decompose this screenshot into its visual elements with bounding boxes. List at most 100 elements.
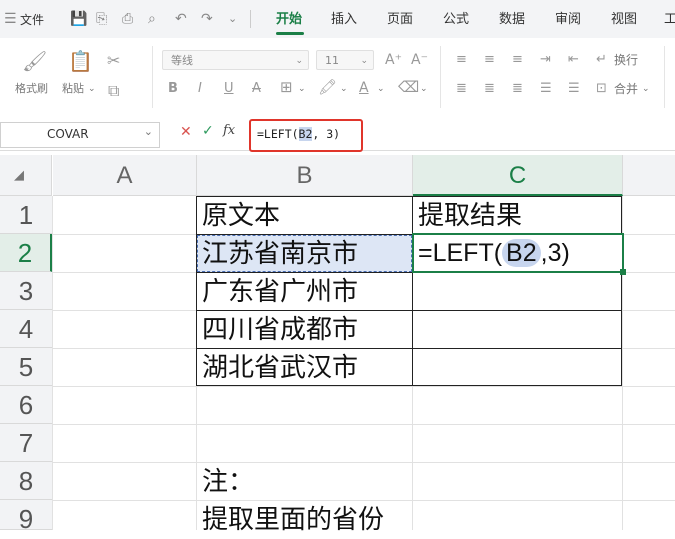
cell-b2[interactable]: 江苏省南京市 (197, 235, 358, 273)
chevron-down-icon[interactable]: ⌄ (298, 82, 306, 96)
increase-font-icon[interactable]: A⁺ (385, 51, 402, 69)
tab-review[interactable]: 审阅 (555, 11, 581, 29)
fill-handle[interactable] (620, 269, 626, 275)
justify-icon[interactable]: ☰ (540, 80, 552, 98)
title-bar: ☰ 文件 💾 ⎘ ⎙ ⌕ ↶ ↷ ⌄ 开始 插入 页面 公式 数据 审阅 视图 … (0, 0, 675, 38)
row-header-9[interactable]: 9 (0, 500, 52, 534)
cell-b9[interactable]: 提取里面的省份 (197, 501, 384, 539)
chevron-down-icon[interactable]: ⌄ (642, 82, 650, 96)
row-header-1[interactable]: 1 (0, 196, 52, 234)
column-header-b[interactable]: B (197, 155, 413, 196)
name-box-value: COVAR (47, 127, 89, 141)
font-color-icon[interactable]: A (359, 79, 369, 97)
tab-more[interactable]: 工 (664, 11, 675, 29)
copy-icon[interactable]: ⧉ (108, 82, 119, 100)
row-header-8[interactable]: 8 (0, 462, 52, 500)
wrap-text-label[interactable]: 换行 (614, 53, 638, 67)
fill-color-icon[interactable]: 🖍 (318, 78, 337, 96)
font-size-select[interactable]: 11 ⌄ (316, 50, 374, 70)
undo-icon[interactable]: ↶ (175, 10, 187, 28)
cell-b3[interactable]: 广东省广州市 (197, 273, 358, 311)
save-icon[interactable]: 💾 (70, 10, 87, 28)
cell-c1[interactable]: 提取结果 (413, 197, 522, 235)
font-size-value: 11 (325, 54, 339, 67)
row-header-7[interactable]: 7 (0, 424, 52, 462)
file-menu[interactable]: 文件 (20, 11, 44, 29)
divider (152, 46, 153, 108)
tab-page[interactable]: 页面 (387, 11, 413, 29)
cut-icon[interactable]: ✂ (107, 52, 120, 70)
confirm-button[interactable]: ✓ (202, 123, 214, 139)
align-top-icon[interactable]: ≡ (456, 51, 467, 69)
cancel-button[interactable]: ✕ (180, 124, 192, 140)
row-header-5[interactable]: 5 (0, 348, 52, 386)
align-center-icon[interactable]: ≣ (484, 80, 495, 98)
align-right-icon[interactable]: ≣ (512, 80, 523, 98)
gridline (52, 462, 675, 463)
formula-reference: B2 (298, 127, 313, 141)
chevron-down-icon[interactable]: ⌄ (340, 82, 348, 96)
column-header-c[interactable]: C (413, 155, 623, 196)
chevron-down-icon[interactable]: ⌄ (377, 82, 385, 96)
outdent-icon[interactable]: ⇤ (568, 51, 579, 69)
cell-b5[interactable]: 湖北省武汉市 (197, 349, 358, 387)
strikethrough-button[interactable]: A (252, 80, 261, 98)
clear-format-icon[interactable]: ⌫ (398, 78, 419, 96)
bold-button[interactable]: B (168, 80, 178, 98)
insert-function-button[interactable]: fx (223, 123, 235, 138)
font-name-select[interactable]: 等线 ⌄ (162, 50, 309, 70)
ribbon: 🖌 格式刷 📋 粘贴 ⌄ ✂ ⧉ 等线 ⌄ 11 ⌄ A⁺ A⁻ B I U A… (0, 38, 675, 119)
tab-start[interactable]: 开始 (276, 11, 302, 29)
column-header-a[interactable]: A (53, 155, 197, 196)
cell-b1[interactable]: 原文本 (197, 197, 280, 235)
gridline (52, 386, 675, 387)
align-left-icon[interactable]: ≣ (456, 80, 467, 98)
paste-icon[interactable]: 📋 (68, 51, 93, 71)
decrease-font-icon[interactable]: A⁻ (411, 51, 428, 69)
row-header-2[interactable]: 2 (0, 234, 52, 272)
row-header-3[interactable]: 3 (0, 272, 52, 310)
select-all-icon: ◢ (14, 167, 24, 182)
paste-dropdown-icon[interactable]: ⌄ (88, 82, 96, 96)
format-painter-icon[interactable]: 🖌 (22, 51, 47, 71)
formula-prefix: =LEFT( (257, 127, 299, 141)
row-header-4[interactable]: 4 (0, 310, 52, 348)
formula-suffix: , 3) (312, 127, 341, 141)
cell-b4[interactable]: 四川省成都市 (197, 311, 358, 349)
format-painter-label[interactable]: 格式刷 (15, 82, 48, 96)
merge-label[interactable]: 合并 (614, 82, 638, 96)
indent-icon[interactable]: ⇥ (540, 51, 551, 69)
wrap-text-icon[interactable]: ↵ (596, 51, 607, 69)
gridline (52, 196, 53, 530)
distribute-icon[interactable]: ☰ (568, 80, 580, 98)
name-box[interactable]: COVAR ⌄ (0, 122, 160, 148)
chevron-down-icon[interactable]: ⌄ (420, 82, 428, 96)
tab-data[interactable]: 数据 (499, 11, 525, 29)
select-all-corner[interactable]: ◢ (0, 155, 52, 196)
cell-b8[interactable]: 注： (197, 463, 254, 501)
formula-prefix: =LEFT( (418, 239, 503, 267)
active-cell-c2[interactable]: =LEFT(B2,3) (412, 233, 626, 275)
italic-button[interactable]: I (198, 80, 202, 98)
cell-c2-formula: =LEFT(B2,3) (418, 235, 570, 271)
align-bottom-icon[interactable]: ≡ (512, 51, 523, 69)
align-middle-icon[interactable]: ≡ (484, 51, 495, 69)
print-icon[interactable]: ⎙ (122, 10, 133, 28)
print-preview-icon[interactable]: ⌕ (148, 10, 156, 28)
merge-icon[interactable]: ⊡ (596, 80, 607, 98)
tab-formula[interactable]: 公式 (443, 11, 469, 29)
borders-icon[interactable]: ⊞ (280, 78, 293, 96)
chevron-down-icon[interactable]: ⌄ (228, 10, 237, 28)
menu-icon[interactable]: ☰ (4, 10, 17, 28)
column-header-d[interactable] (623, 155, 675, 196)
row-header-6[interactable]: 6 (0, 386, 52, 424)
chevron-down-icon[interactable]: ⌄ (144, 125, 153, 138)
tab-view[interactable]: 视图 (611, 11, 637, 29)
divider (250, 10, 251, 28)
paste-label[interactable]: 粘贴 (62, 82, 84, 96)
tab-insert[interactable]: 插入 (331, 11, 357, 29)
redo-icon[interactable]: ↷ (201, 10, 213, 28)
underline-button[interactable]: U (224, 80, 234, 98)
formula-input[interactable]: =LEFT(B2, 3) (249, 119, 363, 152)
export-icon[interactable]: ⎘ (96, 10, 107, 28)
